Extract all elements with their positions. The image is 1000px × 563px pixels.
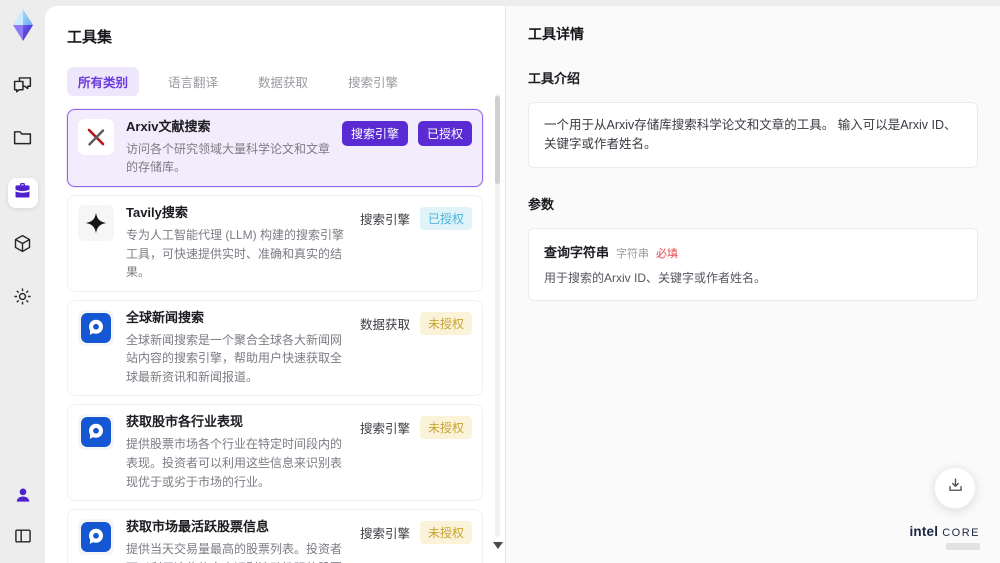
sparkle-icon — [78, 205, 114, 242]
arxiv-logo-icon — [78, 119, 114, 155]
tool-status-badge: 未授权 — [419, 311, 472, 335]
scroll-down-arrow-icon[interactable] — [493, 542, 503, 549]
page-title: 工具集 — [67, 29, 113, 46]
tool-list-item[interactable]: 获取市场最活跃股票信息 提供当天交易量最高的股票列表。投资者可以利用这些信息来识… — [67, 509, 483, 563]
brand-decoration — [946, 543, 980, 550]
tool-status-badge: 未授权 — [419, 521, 472, 545]
params-heading: 参数 — [528, 196, 555, 212]
download-icon — [946, 476, 965, 500]
blue-news-icon — [78, 414, 114, 451]
app-window: 工具集 所有类别 语言翻译 数据获取 搜索引擎 Arxiv文献搜索 访问各个研究领域大… — [0, 0, 1000, 563]
tool-description: 全球新闻搜索是一个聚合全球各大新闻网站内容的搜索引擎，帮助用户快速获取全球最新资… — [126, 332, 343, 384]
tool-details-panel: 工具详情 工具介绍 一个用于从Arxiv存储库搜索科学论文和文章的工具。 输入可… — [505, 6, 1000, 563]
scrollbar-track[interactable] — [495, 94, 500, 537]
category-tab-0[interactable]: 所有类别 — [67, 67, 140, 96]
chat-icon — [12, 74, 33, 100]
sidebar-item-settings[interactable] — [8, 284, 38, 314]
app-logo — [7, 8, 39, 42]
tool-status-badge: 已授权 — [419, 207, 472, 231]
tool-name: 全球新闻搜索 — [126, 309, 205, 325]
collapse-panel-icon — [13, 526, 33, 551]
brand-core-text: CORE — [942, 527, 980, 540]
param-card: 查询字符串 字符串 必填 用于搜索的Arxiv ID、关键字或作者姓名。 — [528, 227, 978, 301]
content-area: 工具集 所有类别 语言翻译 数据获取 搜索引擎 Arxiv文献搜索 访问各个研究领域大… — [45, 6, 1000, 563]
intel-core-logo: intel CORE — [909, 524, 980, 550]
tools-panel: 工具集 所有类别 语言翻译 数据获取 搜索引擎 Arxiv文献搜索 访问各个研究领域大… — [45, 6, 505, 563]
tool-description: 提供当天交易量最高的股票列表。投资者可以利用这些信息来识别流动性强的股票和潜在的… — [126, 541, 343, 563]
sidebar-item-profile[interactable] — [8, 482, 38, 512]
package-icon — [12, 233, 33, 259]
user-icon — [13, 485, 33, 510]
tool-category-label: 搜索引擎 — [359, 422, 410, 437]
tool-category-label: 数据获取 — [359, 317, 410, 332]
sidebar-item-collapse[interactable] — [8, 523, 38, 553]
category-tabs: 所有类别 语言翻译 数据获取 搜索引擎 — [67, 67, 491, 96]
toolbox-icon — [12, 180, 33, 206]
tool-name: 获取股市各行业表现 — [126, 414, 244, 430]
blue-news-icon — [78, 309, 114, 346]
tool-list-item[interactable]: 获取股市各行业表现 提供股票市场各个行业在特定时间段内的表现。投资者可以利用这些… — [67, 404, 483, 502]
folder-icon — [12, 127, 33, 153]
tool-list-item[interactable]: Arxiv文献搜索 访问各个研究领域大量科学论文和文章的存储库。 搜索引擎 已授… — [67, 109, 483, 188]
param-type: 字符串 — [616, 247, 650, 260]
param-required-badge: 必填 — [656, 247, 679, 260]
intro-heading: 工具介绍 — [528, 71, 581, 86]
tool-list-item[interactable]: Tavily搜索 专为人工智能代理 (LLM) 构建的搜索引擎工具，可快速提供实… — [67, 195, 483, 292]
sidebar — [0, 0, 45, 563]
sidebar-nav — [7, 72, 38, 314]
sidebar-item-files[interactable] — [8, 125, 38, 155]
tool-list: Arxiv文献搜索 访问各个研究领域大量科学论文和文章的存储库。 搜索引擎 已授… — [67, 109, 491, 563]
category-tab-1[interactable]: 语言翻译 — [157, 67, 229, 96]
intro-text: 一个用于从Arxiv存储库搜索科学论文和文章的工具。 输入可以是Arxiv ID… — [544, 118, 957, 151]
tool-name: Tavily搜索 — [126, 205, 188, 221]
brand-intel-text: intel — [909, 524, 939, 540]
param-name: 查询字符串 — [544, 244, 610, 260]
gear-icon — [12, 286, 33, 312]
tool-name: Arxiv文献搜索 — [126, 119, 211, 134]
tool-category-label: 搜索引擎 — [359, 527, 410, 542]
tool-description: 访问各个研究领域大量科学论文和文章的存储库。 — [126, 141, 331, 175]
tool-category-label: 搜索引擎 — [341, 121, 408, 146]
download-button[interactable] — [934, 467, 976, 509]
category-tab-3[interactable]: 搜索引擎 — [337, 67, 409, 96]
sidebar-bottom — [8, 482, 38, 553]
sidebar-item-plugins[interactable] — [8, 231, 38, 261]
tool-category-label: 搜索引擎 — [359, 213, 410, 228]
scrollbar-thumb[interactable] — [495, 96, 500, 184]
param-description: 用于搜索的Arxiv ID、关键字或作者姓名。 — [544, 270, 767, 285]
tool-description: 专为人工智能代理 (LLM) 构建的搜索引擎工具，可快速提供实时、准确和真实的结… — [126, 227, 345, 280]
tool-status-badge: 已授权 — [417, 121, 472, 146]
tool-list-item[interactable]: 全球新闻搜索 全球新闻搜索是一个聚合全球各大新闻网站内容的搜索引擎，帮助用户快速… — [67, 299, 483, 397]
details-title: 工具详情 — [528, 26, 584, 42]
sidebar-item-tools[interactable] — [7, 178, 38, 208]
sidebar-item-chat[interactable] — [8, 72, 38, 102]
intro-card: 一个用于从Arxiv存储库搜索科学论文和文章的工具。 输入可以是Arxiv ID… — [528, 102, 978, 168]
blue-news-icon — [78, 519, 114, 556]
tool-name: 获取市场最活跃股票信息 — [126, 519, 270, 535]
tool-status-badge: 未授权 — [419, 416, 472, 440]
category-tab-2[interactable]: 数据获取 — [247, 67, 319, 96]
tool-description: 提供股票市场各个行业在特定时间段内的表现。投资者可以利用这些信息来识别表现优于或… — [126, 437, 343, 489]
